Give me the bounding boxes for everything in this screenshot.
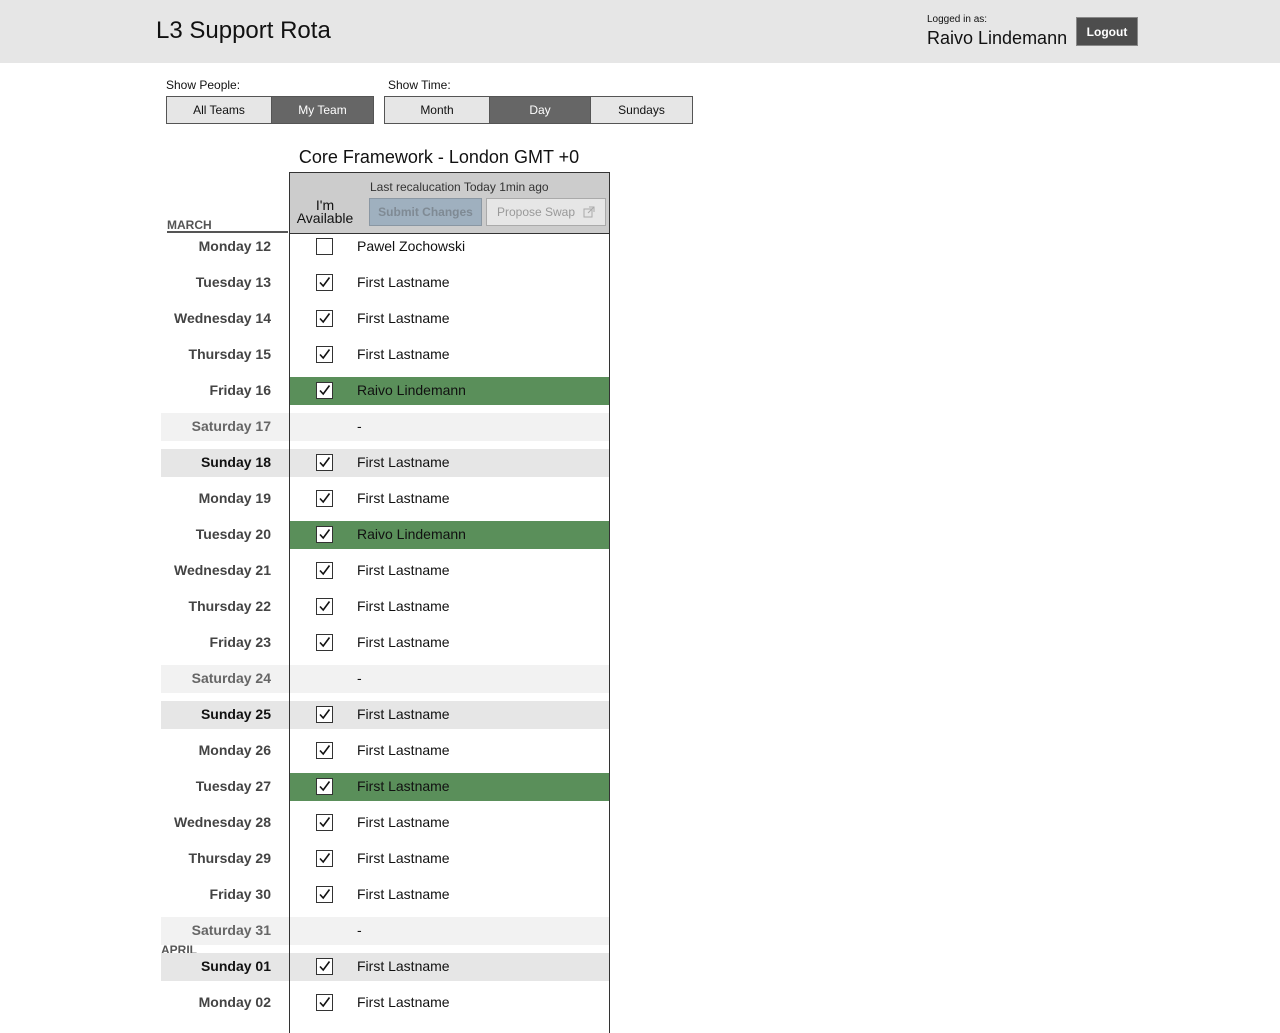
show-people-label: Show People: xyxy=(166,78,241,92)
day-label: Saturday 31 xyxy=(191,922,271,938)
day-label: Wednesday 14 xyxy=(173,310,271,326)
day-label: Wednesday 21 xyxy=(173,562,271,578)
day-label: Sunday 01 xyxy=(200,958,271,974)
all-teams-button[interactable]: All Teams xyxy=(167,97,271,123)
day-label: Monday 12 xyxy=(198,238,271,254)
rota-header: Last recalucation Today 1min ago I'm Ava… xyxy=(289,172,610,234)
submit-changes-button[interactable]: Submit Changes xyxy=(369,198,482,226)
day-label: Saturday 24 xyxy=(191,670,271,686)
logged-in-label: Logged in as: xyxy=(927,14,988,25)
top-bar: L3 Support Rota Logged in as: Raivo Lind… xyxy=(0,0,1280,63)
day-label: Tuesday 20 xyxy=(195,526,271,542)
sundays-button[interactable]: Sundays xyxy=(590,97,692,123)
show-time-label: Show Time: xyxy=(388,78,451,92)
day-label: Monday 02 xyxy=(198,994,271,1010)
day-label: Friday 23 xyxy=(209,634,271,650)
show-people-toggle: All Teams My Team xyxy=(166,96,374,124)
day-button[interactable]: Day xyxy=(489,97,590,123)
day-label: Friday 30 xyxy=(209,886,271,902)
day-label: Sunday 25 xyxy=(200,706,271,722)
day-label: Tuesday 13 xyxy=(195,274,271,290)
day-label: Wednesday 28 xyxy=(173,814,271,830)
logged-in-user: Raivo Lindemann xyxy=(927,28,1068,48)
day-label: Friday 16 xyxy=(209,382,271,398)
month-button[interactable]: Month xyxy=(385,97,489,123)
show-time-toggle: Month Day Sundays xyxy=(384,96,693,124)
rota-table xyxy=(289,233,610,1033)
month-label-march: MARCH xyxy=(167,218,212,232)
app-title: L3 Support Rota xyxy=(156,17,331,44)
day-label: Monday 26 xyxy=(198,742,271,758)
day-label: Tuesday 27 xyxy=(195,778,271,794)
propose-swap-button[interactable]: Propose Swap xyxy=(486,198,606,226)
team-title: Core Framework - London GMT +0 xyxy=(298,147,580,167)
logout-button[interactable]: Logout xyxy=(1076,17,1138,46)
external-link-icon xyxy=(583,206,595,218)
my-team-button[interactable]: My Team xyxy=(271,97,373,123)
day-label: Thursday 15 xyxy=(188,346,271,362)
day-label: Sunday 18 xyxy=(200,454,271,470)
propose-swap-label: Propose Swap xyxy=(496,205,576,219)
day-label: Monday 19 xyxy=(198,490,271,506)
recalculation-status: Last recalucation Today 1min ago xyxy=(370,180,549,194)
month-divider xyxy=(167,231,288,233)
day-label: Thursday 29 xyxy=(188,850,271,866)
day-label: Saturday 17 xyxy=(191,418,271,434)
available-column-header: I'm Available xyxy=(296,197,354,226)
day-label: Thursday 22 xyxy=(188,598,271,614)
